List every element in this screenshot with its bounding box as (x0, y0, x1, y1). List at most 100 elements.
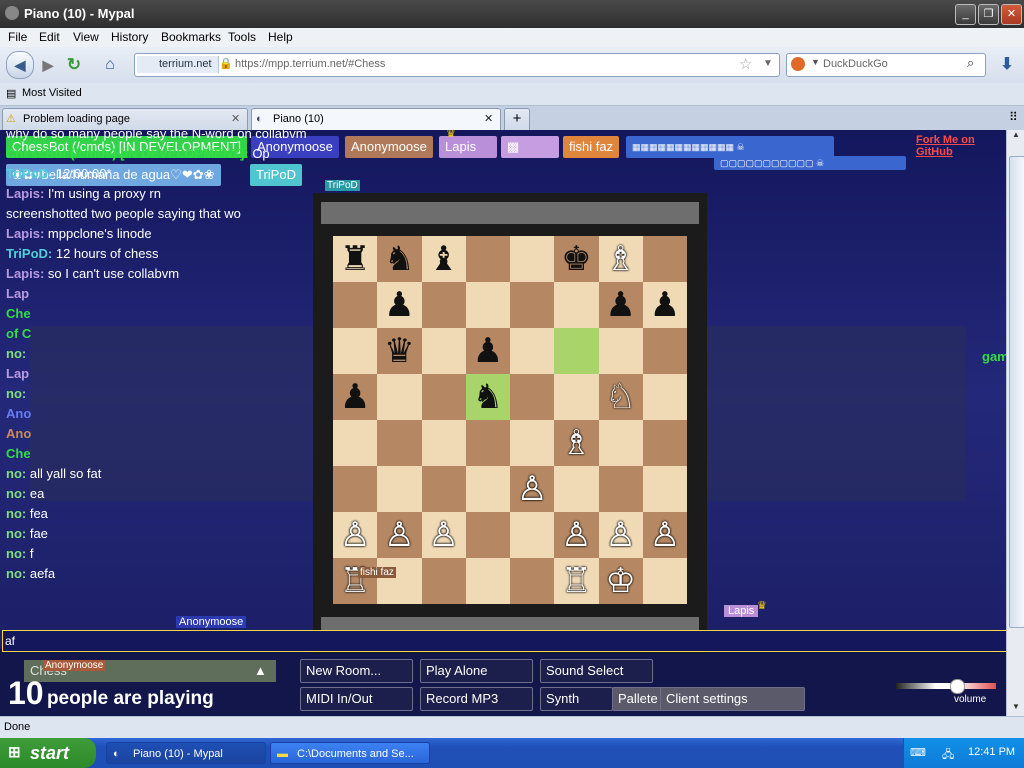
chess-piece[interactable]: ♗ (605, 239, 635, 279)
start-button[interactable]: ⊞ start (0, 738, 96, 768)
menu-history[interactable]: History (111, 30, 148, 44)
chess-square[interactable] (642, 466, 687, 512)
user-chip-fishi[interactable]: fishi faz (563, 136, 620, 158)
chess-square[interactable] (421, 328, 466, 374)
chess-piece[interactable]: ♟ (605, 285, 635, 325)
chess-piece[interactable]: ♞ (384, 239, 414, 279)
chess-square[interactable] (554, 374, 599, 420)
chess-square[interactable]: ♗ (598, 236, 643, 282)
chess-square[interactable]: ♞ (377, 236, 422, 282)
chess-square[interactable]: ♘ (598, 374, 643, 420)
synth-button[interactable]: Synth (540, 687, 613, 711)
play-alone-button[interactable]: Play Alone (420, 659, 533, 683)
chess-square[interactable]: ♚ (554, 236, 599, 282)
close-button[interactable]: ✕ (1001, 4, 1022, 25)
scroll-down-icon[interactable]: ▼ (1009, 702, 1023, 716)
chess-square[interactable] (465, 236, 510, 282)
taskbar-item-mypal[interactable]: ◐ Piano (10) - Mypal (106, 742, 266, 764)
chess-square[interactable]: ♝ (421, 236, 466, 282)
chess-square[interactable] (510, 282, 555, 328)
chess-piece[interactable]: ♙ (384, 515, 414, 555)
chess-square[interactable]: ♛ (377, 328, 422, 374)
user-chip-boxes[interactable]: ▦▦▦▦▦▦▦▦▦▦▦▦ ☠ (626, 136, 834, 158)
chess-piece[interactable]: ♟ (650, 285, 680, 325)
menu-help[interactable]: Help (268, 30, 293, 44)
menu-view[interactable]: View (73, 30, 99, 44)
home-icon[interactable]: ⌂ (98, 53, 122, 77)
chess-piece[interactable]: ♟ (340, 377, 370, 417)
user-chip-boxes-2[interactable]: ▢▢▢▢▢▢▢▢▢▢▢ ☠ (714, 156, 906, 170)
chess-square[interactable]: ♙ (510, 466, 555, 512)
volume-knob[interactable] (950, 679, 965, 694)
chess-square[interactable] (510, 374, 555, 420)
volume-slider[interactable] (896, 679, 996, 694)
scroll-up-icon[interactable]: ▲ (1009, 130, 1023, 144)
tray-network-icon[interactable]: 🖧 (942, 746, 954, 765)
chess-square[interactable]: ♙ (333, 512, 378, 558)
chess-piece[interactable]: ♙ (650, 515, 680, 555)
chess-square[interactable] (642, 328, 687, 374)
chess-piece[interactable]: ♘ (605, 377, 635, 417)
fork-github-link[interactable]: Fork Me on GitHub (916, 134, 1006, 158)
chess-square[interactable]: ♖ (554, 558, 599, 604)
reload-icon[interactable]: ↻ (62, 53, 86, 77)
chess-square[interactable]: ♞ (465, 374, 510, 420)
chess-piece[interactable]: ♛ (384, 331, 414, 371)
chess-square[interactable] (554, 466, 599, 512)
search-box[interactable]: ▼ DuckDuckGo ⌕ (786, 53, 986, 77)
new-tab-button[interactable]: + (504, 108, 530, 131)
chess-square[interactable] (598, 328, 643, 374)
scroll-thumb[interactable] (1009, 156, 1024, 628)
tray-keyboard-icon[interactable]: ⌨ (910, 746, 926, 759)
search-engine-dropdown-icon[interactable]: ▼ (811, 57, 820, 67)
search-icon[interactable]: ⌕ (967, 55, 974, 71)
chess-square[interactable]: ♙ (554, 512, 599, 558)
chat-input[interactable] (2, 630, 1024, 652)
chess-square[interactable] (377, 420, 422, 466)
address-bar[interactable]: terrium.net 🔒 https://mpp.terrium.net/#C… (134, 53, 780, 77)
taskbar-item-explorer[interactable]: ▬ C:\Documents and Se... (270, 742, 430, 764)
chess-square[interactable] (510, 420, 555, 466)
forward-arrow-icon[interactable]: ▶ (36, 53, 60, 77)
chess-square[interactable] (465, 466, 510, 512)
chess-square[interactable]: ♖ (333, 558, 378, 604)
chess-square[interactable] (554, 328, 599, 374)
user-chip-anonymoose-2[interactable]: Anonymoose (345, 136, 433, 158)
user-chip-tripod[interactable]: TriPoD (250, 164, 302, 186)
record-mp3-button[interactable]: Record MP3 (420, 687, 533, 711)
chess-piece[interactable]: ♚ (561, 239, 591, 279)
chess-square[interactable]: ♙ (377, 512, 422, 558)
maximize-button[interactable]: ❐ (978, 4, 999, 25)
chess-square[interactable] (465, 512, 510, 558)
tab-piano[interactable]: ◐ Piano (10) ✕ (251, 108, 501, 131)
menu-edit[interactable]: Edit (39, 30, 60, 44)
chess-square[interactable] (554, 282, 599, 328)
minimize-button[interactable]: _ (955, 4, 976, 25)
chess-piece[interactable]: ♗ (561, 423, 591, 463)
page-scrollbar[interactable]: ▲ ▼ (1006, 130, 1024, 716)
chess-square[interactable]: ♟ (598, 282, 643, 328)
tab-problem-loading[interactable]: ⚠ Problem loading page ✕ (2, 108, 248, 131)
chess-square[interactable]: ♟ (465, 328, 510, 374)
midi-in-out-button[interactable]: MIDI In/Out (300, 687, 413, 711)
chess-square[interactable]: ♙ (598, 512, 643, 558)
chess-piece[interactable]: ♙ (340, 515, 370, 555)
url-text[interactable]: https://mpp.terrium.net/#Chess (235, 58, 385, 70)
back-arrow-icon[interactable]: ◀ (6, 51, 34, 79)
sound-select-button[interactable]: Sound Select (540, 659, 653, 683)
tab-close-icon[interactable]: ✕ (484, 109, 493, 129)
chess-window[interactable]: ♜ ♞ ♝ ♚ ♗ ♟ ♟ ♟ ♛ ♟ ♟ ♞ ♘ ♗ ♙ ♙ ♙ ♙ ♙ ♙ ♙ ♖ ♖ ♔ fishi faz (313, 193, 707, 653)
chess-square[interactable] (642, 558, 687, 604)
chess-square[interactable]: ♟ (642, 282, 687, 328)
chess-square[interactable] (642, 374, 687, 420)
chess-square[interactable] (421, 282, 466, 328)
chess-square[interactable] (333, 420, 378, 466)
chess-square[interactable]: ♙ (642, 512, 687, 558)
chess-square[interactable]: ♔ (598, 558, 643, 604)
chess-square[interactable] (421, 558, 466, 604)
chess-square[interactable] (377, 558, 422, 604)
chess-piece[interactable]: ♞ (473, 377, 503, 417)
tab-close-icon[interactable]: ✕ (231, 109, 240, 129)
client-settings-button[interactable]: Client settings (660, 687, 805, 711)
menu-tools[interactable]: Tools (228, 30, 256, 44)
